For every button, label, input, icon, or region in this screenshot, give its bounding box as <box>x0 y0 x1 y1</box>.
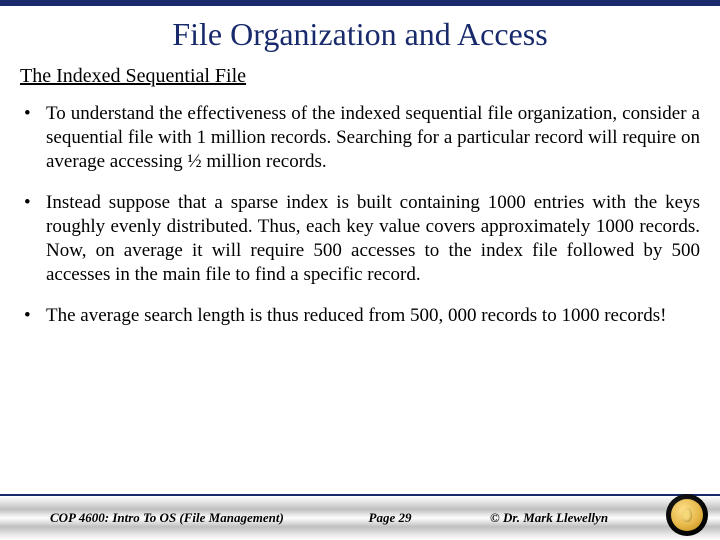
ucf-logo-icon <box>666 494 708 536</box>
bullet-list: To understand the effectiveness of the i… <box>20 102 700 328</box>
slide-subtitle: The Indexed Sequential File <box>20 65 700 88</box>
slide-title: File Organization and Access <box>0 16 720 53</box>
bullet-item: To understand the effectiveness of the i… <box>20 102 700 173</box>
bullet-item: The average search length is thus reduce… <box>20 304 700 328</box>
footer-course: COP 4600: Intro To OS (File Management) <box>0 510 320 526</box>
slide: File Organization and Access The Indexed… <box>0 0 720 540</box>
footer-page-number: Page 29 <box>320 510 460 526</box>
bullet-item: Instead suppose that a sparse index is b… <box>20 191 700 286</box>
slide-footer: COP 4600: Intro To OS (File Management) … <box>0 494 720 540</box>
